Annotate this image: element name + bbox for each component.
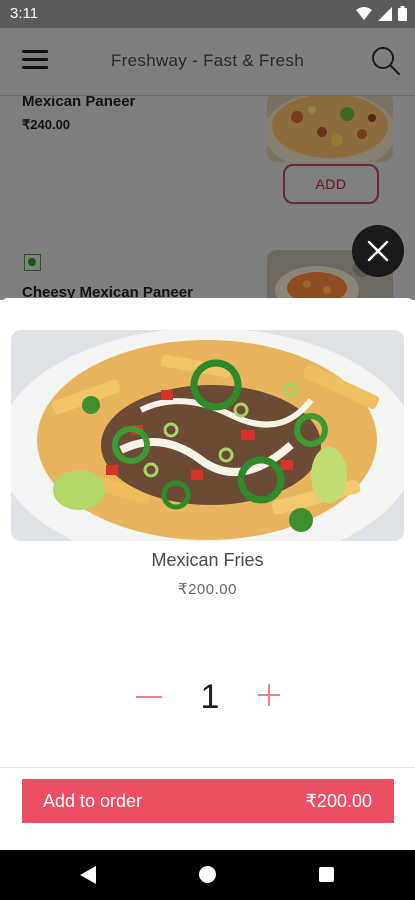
status-bar: 3:11	[0, 0, 415, 28]
order-total: ₹200.00	[305, 790, 372, 811]
product-bottom-sheet: Mexican Fries ₹200.00 1 Add to order ₹20…	[0, 298, 415, 850]
list-item-name: Mexican Paneer	[22, 96, 136, 110]
product-image	[11, 330, 404, 541]
menu-list: Mexican Paneer ₹240.00 ADD Cheesy Mexica…	[0, 96, 415, 300]
close-button[interactable]	[352, 225, 404, 277]
minus-icon[interactable]	[136, 696, 162, 698]
close-icon	[367, 240, 389, 262]
food-thumbnail	[267, 96, 393, 162]
product-name: Mexican Fries	[151, 550, 264, 570]
list-item-price: ₹240.00	[22, 117, 71, 132]
search-icon[interactable]	[371, 46, 401, 76]
plus-icon[interactable]	[258, 684, 280, 706]
app-bar: Freshway - Fast & Fresh	[0, 28, 415, 96]
recents-icon[interactable]	[319, 867, 334, 882]
system-nav-bar	[0, 850, 415, 900]
page-title: Freshway - Fast & Fresh	[111, 51, 304, 70]
status-icons	[356, 6, 407, 21]
add-to-order-button[interactable]: Add to order ₹200.00	[22, 779, 394, 823]
signal-icon	[378, 6, 392, 21]
status-time: 3:11	[10, 5, 39, 22]
add-button[interactable]: ADD	[283, 164, 379, 204]
veg-indicator-icon	[24, 254, 41, 271]
quantity-value: 1	[200, 678, 220, 716]
divider	[0, 767, 415, 768]
wifi-icon	[356, 6, 372, 20]
add-to-order-label: Add to order	[43, 790, 143, 811]
home-icon[interactable]	[199, 866, 216, 883]
product-price: ₹200.00	[178, 581, 237, 598]
back-icon[interactable]	[80, 866, 96, 884]
battery-icon	[398, 6, 407, 21]
quantity-stepper: 1	[0, 678, 415, 718]
